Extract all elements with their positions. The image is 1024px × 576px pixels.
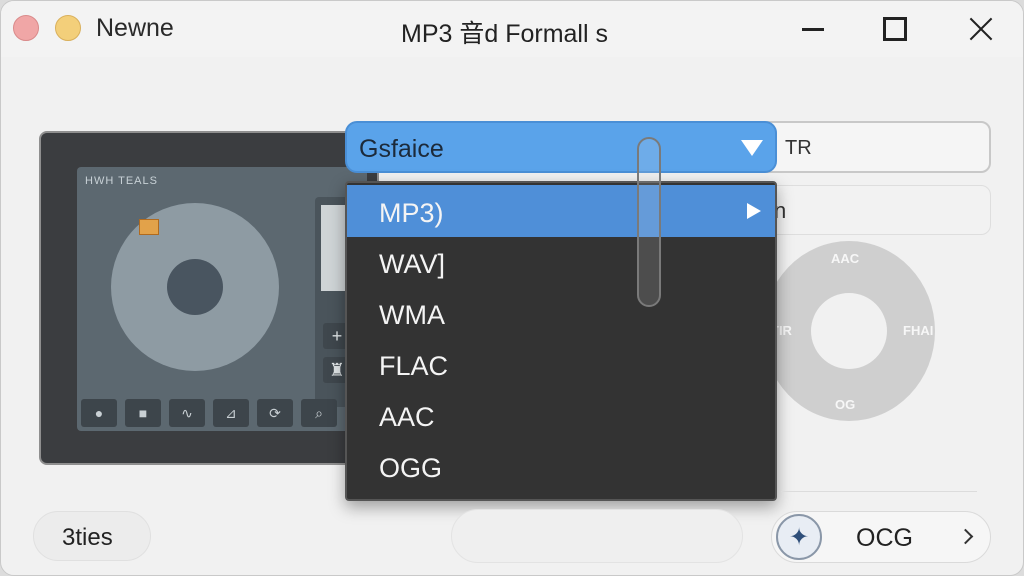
title-bar: Newne MP3 音d Formall s <box>1 1 1023 57</box>
minimize-button[interactable] <box>789 9 837 49</box>
device-click-wheel <box>111 203 279 371</box>
ocg-button-label: OCG <box>856 524 913 552</box>
format-wheel[interactable]: AAC OG TIR FHAI <box>763 241 935 421</box>
device-tool-search-icon[interactable]: ⌕ <box>301 399 337 427</box>
menu-item-label: WAV] <box>379 249 445 279</box>
format-wheel-center <box>811 293 887 369</box>
format-select-value: Gsfaice <box>359 135 444 163</box>
menu-item-label: AAC <box>379 402 435 432</box>
menu-item-aac[interactable]: AAC <box>347 389 775 441</box>
divider <box>781 491 977 492</box>
close-button[interactable] <box>957 9 1005 49</box>
menu-item-label: FLAC <box>379 351 449 381</box>
format-wheel-bottom-label: OG <box>835 397 856 412</box>
side-field-second[interactable]: n <box>741 185 991 235</box>
menu-item-label: MP3) <box>379 198 444 228</box>
close-dot-icon[interactable] <box>13 15 39 41</box>
format-dropdown-menu: MP3) WAV] WMA FLAC AAC OGG <box>345 181 777 501</box>
device-tool-refresh-icon[interactable]: ⟳ <box>257 399 293 427</box>
menu-item-mp3[interactable]: MP3) <box>347 185 775 237</box>
menu-item-wav[interactable]: WAV] <box>347 236 775 288</box>
dropdown-arrow-icon <box>741 140 763 156</box>
side-field-top[interactable]: TR <box>741 121 991 173</box>
ocg-button[interactable]: ✦ OCG <box>771 511 991 563</box>
device-tool-wave-icon[interactable]: ∿ <box>169 399 205 427</box>
format-select[interactable]: Gsfaice <box>345 121 777 173</box>
maximize-icon <box>883 17 907 41</box>
menu-item-ogg[interactable]: OGG <box>347 440 775 492</box>
device-tool-dot-icon[interactable]: ● <box>81 399 117 427</box>
menu-item-label: OGG <box>379 453 443 483</box>
device-tool-ramp-icon[interactable]: ⊿ <box>213 399 249 427</box>
device-toolbar: ● ■ ∿ ⊿ ⟳ ⌕ <box>77 395 367 431</box>
device-preview: HWH TEALS + ♜ ● ■ ∿ ⊿ ⟳ ⌕ <box>39 131 379 465</box>
menu-item-flac[interactable]: FLAC <box>347 338 775 390</box>
ties-button-label: 3ties <box>62 524 113 551</box>
maximize-button[interactable] <box>871 9 919 49</box>
chevron-right-icon <box>957 528 974 545</box>
window-title: MP3 音d Formall s <box>401 20 608 48</box>
device-screen-label: HWH TEALS <box>85 175 158 187</box>
device-tool-square-icon[interactable]: ■ <box>125 399 161 427</box>
app-window: Newne MP3 音d Formall s HWH TEALS + ♜ ● ■… <box>0 0 1024 576</box>
format-wheel-right-label: FHAI <box>903 323 934 338</box>
side-field-top-value: TR <box>785 137 812 159</box>
ties-button[interactable]: 3ties <box>33 511 151 561</box>
minimize-dot-icon[interactable] <box>55 15 81 41</box>
device-screen: HWH TEALS + ♜ ● ■ ∿ ⊿ ⟳ ⌕ <box>77 167 367 431</box>
submenu-arrow-icon <box>747 203 761 219</box>
format-wheel-top-label: AAC <box>831 251 860 266</box>
app-name: Newne <box>96 14 174 42</box>
device-wheel-center <box>167 259 223 315</box>
menu-item-wma[interactable]: WMA <box>347 287 775 339</box>
scrollbar[interactable] <box>637 137 661 307</box>
sparkle-icon: ✦ <box>776 514 822 560</box>
menu-item-label: WMA <box>379 300 445 330</box>
mail-icon <box>139 219 159 235</box>
bottom-text-field[interactable] <box>451 509 743 563</box>
close-icon <box>968 16 994 42</box>
minimize-icon <box>802 27 824 31</box>
